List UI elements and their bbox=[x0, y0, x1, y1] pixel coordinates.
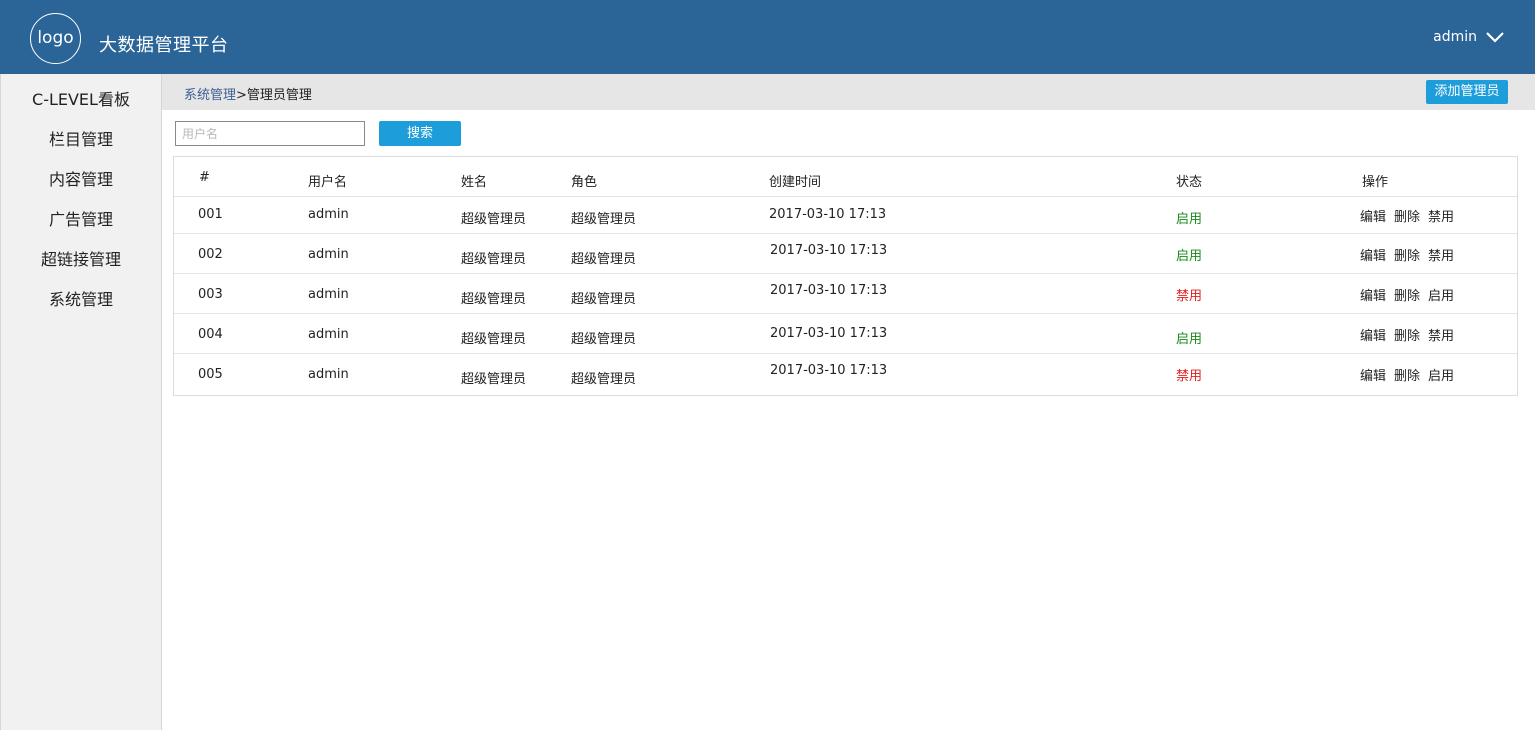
cell-name: 超级管理员 bbox=[461, 292, 527, 307]
sidebar-item-ads[interactable]: 广告管理 bbox=[1, 194, 161, 234]
cell-name: 超级管理员 bbox=[461, 252, 527, 267]
cell-role: 超级管理员 bbox=[571, 212, 637, 227]
status-badge: 禁用 bbox=[1176, 289, 1203, 304]
cell-name: 超级管理员 bbox=[461, 332, 527, 347]
cell-created: 2017-03-10 17:13 bbox=[770, 326, 888, 341]
cell-name: 超级管理员 bbox=[461, 372, 527, 387]
cell-role: 超级管理员 bbox=[571, 332, 637, 347]
edit-link[interactable]: 编辑 bbox=[1360, 369, 1386, 384]
logo[interactable]: logo bbox=[30, 13, 81, 64]
table-row: 002 admin 超级管理员 超级管理员 2017-03-10 17:13 启… bbox=[174, 233, 1517, 273]
cell-username: admin bbox=[308, 207, 349, 222]
edit-link[interactable]: 编辑 bbox=[1360, 329, 1386, 344]
delete-link[interactable]: 删除 bbox=[1394, 329, 1420, 344]
cell-username: admin bbox=[308, 367, 349, 382]
status-badge: 启用 bbox=[1176, 332, 1203, 347]
toggle-status-link[interactable]: 禁用 bbox=[1428, 329, 1454, 344]
cell-index: 002 bbox=[198, 247, 223, 262]
cell-username: admin bbox=[308, 327, 349, 342]
status-badge: 启用 bbox=[1176, 212, 1203, 227]
row-actions: 编辑 删除 启用 bbox=[1360, 285, 1462, 304]
search-button[interactable]: 搜索 bbox=[379, 121, 461, 146]
cell-username: admin bbox=[308, 247, 349, 262]
delete-link[interactable]: 删除 bbox=[1394, 289, 1420, 304]
cell-created: 2017-03-10 17:13 bbox=[770, 283, 888, 298]
col-header-created: 创建时间 bbox=[769, 175, 822, 190]
user-name: admin bbox=[1433, 29, 1477, 45]
sidebar-item-system[interactable]: 系统管理 bbox=[1, 274, 161, 314]
cell-index: 004 bbox=[198, 327, 223, 342]
breadcrumb-current: 管理员管理 bbox=[246, 88, 312, 103]
cell-created: 2017-03-10 17:13 bbox=[770, 363, 888, 378]
cell-name: 超级管理员 bbox=[461, 212, 527, 227]
col-header-name: 姓名 bbox=[461, 175, 488, 190]
sidebar-item-columns[interactable]: 栏目管理 bbox=[1, 114, 161, 154]
delete-link[interactable]: 删除 bbox=[1394, 249, 1420, 264]
cell-index: 001 bbox=[198, 207, 223, 222]
edit-link[interactable]: 编辑 bbox=[1360, 289, 1386, 304]
breadcrumb: 系统管理>管理员管理 bbox=[184, 84, 312, 103]
delete-link[interactable]: 删除 bbox=[1394, 210, 1420, 225]
cell-role: 超级管理员 bbox=[571, 372, 637, 387]
toggle-status-link[interactable]: 启用 bbox=[1428, 369, 1454, 384]
table-row: 005 admin 超级管理员 超级管理员 2017-03-10 17:13 禁… bbox=[174, 353, 1517, 393]
sidebar-item-links[interactable]: 超链接管理 bbox=[1, 234, 161, 274]
top-header: logo 大数据管理平台 admin bbox=[0, 0, 1535, 74]
table-row: 003 admin 超级管理员 超级管理员 2017-03-10 17:13 禁… bbox=[174, 273, 1517, 313]
row-actions: 编辑 删除 禁用 bbox=[1360, 245, 1462, 264]
sidebar-item-content[interactable]: 内容管理 bbox=[1, 154, 161, 194]
chevron-down-icon bbox=[1486, 32, 1504, 43]
cell-created: 2017-03-10 17:13 bbox=[770, 243, 888, 258]
sidebar: C-LEVEL看板 栏目管理 内容管理 广告管理 超链接管理 系统管理 bbox=[0, 74, 162, 730]
col-header-status: 状态 bbox=[1176, 175, 1203, 190]
cell-role: 超级管理员 bbox=[571, 252, 637, 267]
cell-index: 005 bbox=[198, 367, 223, 382]
row-actions: 编辑 删除 禁用 bbox=[1360, 206, 1462, 225]
delete-link[interactable]: 删除 bbox=[1394, 369, 1420, 384]
status-badge: 启用 bbox=[1176, 249, 1203, 264]
app-title: 大数据管理平台 bbox=[99, 35, 229, 56]
cell-created: 2017-03-10 17:13 bbox=[769, 207, 887, 222]
col-header-actions: 操作 bbox=[1362, 175, 1389, 190]
cell-index: 003 bbox=[198, 287, 223, 302]
toggle-status-link[interactable]: 禁用 bbox=[1428, 249, 1454, 264]
edit-link[interactable]: 编辑 bbox=[1360, 249, 1386, 264]
breadcrumb-separator: > bbox=[236, 88, 247, 103]
table-row: 004 admin 超级管理员 超级管理员 2017-03-10 17:13 启… bbox=[174, 313, 1517, 353]
sidebar-item-c-level[interactable]: C-LEVEL看板 bbox=[1, 74, 161, 114]
edit-link[interactable]: 编辑 bbox=[1360, 210, 1386, 225]
add-admin-button[interactable]: 添加管理员 bbox=[1426, 80, 1508, 104]
col-header-role: 角色 bbox=[571, 175, 598, 190]
col-header-index: # bbox=[199, 170, 210, 185]
user-menu[interactable]: admin bbox=[1433, 27, 1505, 47]
toggle-status-link[interactable]: 启用 bbox=[1428, 289, 1454, 304]
toggle-status-link[interactable]: 禁用 bbox=[1428, 210, 1454, 225]
breadcrumb-bar: 系统管理>管理员管理 添加管理员 bbox=[162, 74, 1535, 110]
table-row: 001 admin 超级管理员 超级管理员 2017-03-10 17:13 启… bbox=[174, 196, 1517, 236]
row-actions: 编辑 删除 禁用 bbox=[1360, 325, 1462, 344]
admin-table: # 用户名 姓名 角色 创建时间 状态 操作 001 admin 超级管理员 超… bbox=[173, 156, 1518, 396]
search-input[interactable] bbox=[175, 121, 365, 146]
row-actions: 编辑 删除 启用 bbox=[1360, 365, 1462, 384]
status-badge: 禁用 bbox=[1176, 369, 1203, 384]
col-header-username: 用户名 bbox=[308, 175, 348, 190]
cell-username: admin bbox=[308, 287, 349, 302]
cell-role: 超级管理员 bbox=[571, 292, 637, 307]
breadcrumb-parent-link[interactable]: 系统管理 bbox=[184, 88, 236, 103]
table-header-row: # 用户名 姓名 角色 创建时间 状态 操作 bbox=[174, 157, 1517, 196]
